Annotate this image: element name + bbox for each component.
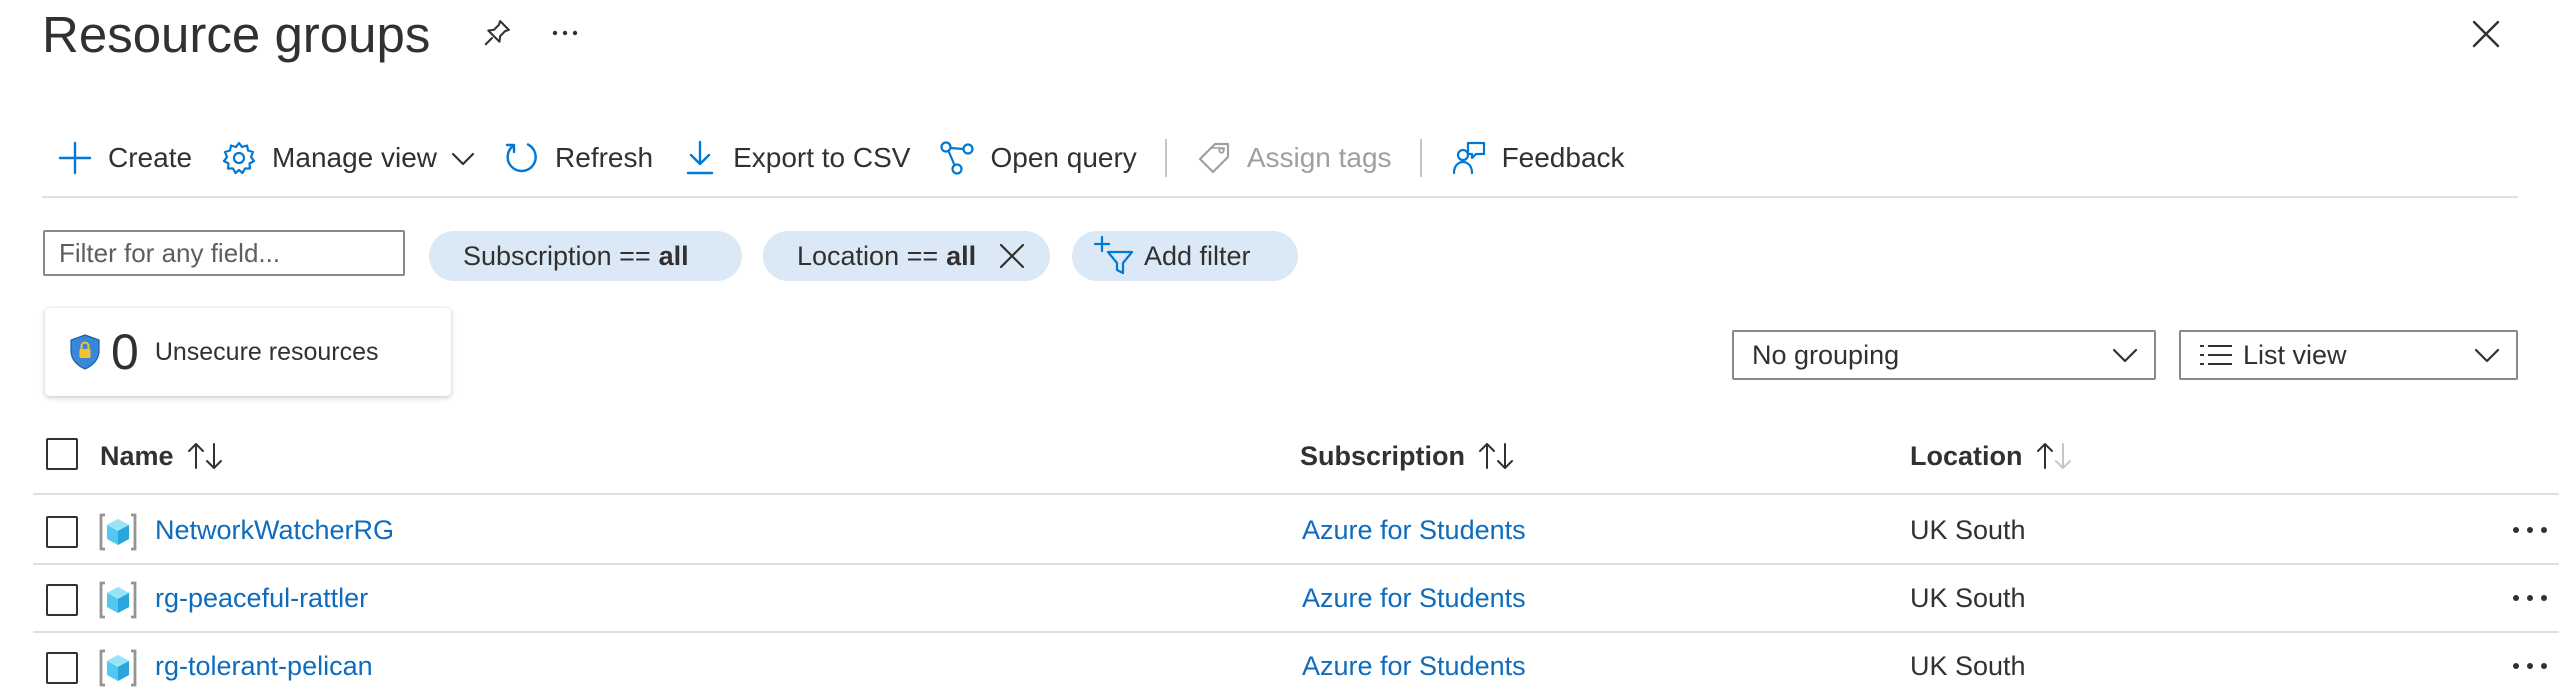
open-query-button[interactable]: Open query [924, 130, 1150, 186]
refresh-icon [503, 139, 541, 177]
location-cell: UK South [1910, 583, 2026, 613]
location-cell: UK South [1910, 651, 2026, 681]
toolbar-separator [1164, 139, 1167, 177]
download-icon [681, 139, 719, 177]
add-filter-button[interactable]: Add filter [1072, 231, 1298, 281]
location-filter-value: all [946, 240, 977, 271]
manage-view-label: Manage view [272, 142, 438, 173]
row-checkbox[interactable] [46, 652, 78, 684]
grouping-selected: No grouping [1752, 339, 1900, 370]
sort-icon[interactable] [186, 441, 224, 471]
pin-icon[interactable] [480, 16, 514, 50]
resource-group-name-link[interactable]: NetworkWatcherRG [155, 515, 394, 546]
unsecure-label: Unsecure resources [154, 337, 379, 366]
command-bar: Create Manage view Refresh Export to CSV… [42, 130, 1639, 186]
subscription-link[interactable]: Azure for Students [1302, 515, 1526, 546]
filter-input[interactable] [43, 230, 405, 276]
subscription-link[interactable]: Azure for Students [1302, 583, 1526, 614]
select-all-checkbox[interactable] [46, 438, 78, 470]
resource-group-icon [98, 580, 138, 620]
chevron-down-icon [451, 146, 475, 170]
subscription-filter-label: Subscription == [463, 240, 651, 271]
add-filter-icon [1093, 235, 1134, 276]
unsecure-resources-card[interactable]: 0 Unsecure resources [45, 308, 451, 396]
page-title: Resource groups [42, 6, 431, 63]
security-shield-icon [69, 334, 101, 370]
row-divider [33, 563, 2559, 565]
assign-tags-label: Assign tags [1246, 142, 1392, 173]
refresh-label: Refresh [555, 142, 654, 173]
manage-view-button[interactable]: Manage view [206, 130, 489, 186]
plus-icon [56, 139, 94, 177]
toolbar-separator [1419, 139, 1422, 177]
feedback-icon [1450, 139, 1488, 177]
remove-filter-icon[interactable] [996, 240, 1028, 272]
column-header-subscription[interactable]: Subscription [1300, 436, 1515, 476]
list-view-icon [2199, 343, 2233, 367]
gear-icon [220, 139, 258, 177]
query-icon [938, 139, 976, 177]
resource-group-icon [98, 512, 138, 552]
feedback-button[interactable]: Feedback [1436, 130, 1639, 186]
refresh-button[interactable]: Refresh [489, 130, 667, 186]
row-more-icon[interactable] [2510, 520, 2550, 540]
row-divider [33, 631, 2559, 633]
resource-group-name-link[interactable]: rg-peaceful-rattler [155, 583, 368, 614]
sort-ascending-icon[interactable] [2035, 441, 2073, 471]
more-horizontal-icon[interactable] [548, 16, 582, 50]
column-location-label: Location [1910, 440, 2023, 471]
subscription-link[interactable]: Azure for Students [1302, 651, 1526, 682]
resource-group-icon [98, 648, 138, 688]
resource-group-name-link[interactable]: rg-tolerant-pelican [155, 651, 373, 682]
add-filter-label: Add filter [1144, 240, 1251, 271]
column-subscription-label: Subscription [1300, 440, 1466, 471]
location-filter-pill[interactable]: Location == all [763, 231, 1050, 281]
row-more-icon[interactable] [2510, 588, 2550, 608]
close-icon[interactable] [2466, 14, 2506, 54]
location-filter-label: Location == [797, 240, 939, 271]
create-button[interactable]: Create [42, 130, 206, 186]
row-checkbox[interactable] [46, 516, 78, 548]
table-row[interactable]: rg-peaceful-rattler Azure for Students U… [0, 566, 2559, 632]
unsecure-count: 0 [111, 324, 139, 380]
column-name-label: Name [100, 440, 174, 471]
table-row[interactable]: NetworkWatcherRG Azure for Students UK S… [0, 498, 2559, 564]
tag-icon [1195, 139, 1233, 177]
grouping-dropdown[interactable]: No grouping [1732, 330, 2156, 380]
export-csv-label: Export to CSV [733, 142, 911, 173]
toolbar-divider [42, 196, 2518, 198]
chevron-down-icon [2474, 343, 2500, 367]
assign-tags-button[interactable]: Assign tags [1181, 130, 1406, 186]
row-checkbox[interactable] [46, 584, 78, 616]
table-row[interactable]: rg-tolerant-pelican Azure for Students U… [0, 634, 2559, 700]
open-query-label: Open query [990, 142, 1137, 173]
subscription-filter-value: all [658, 240, 689, 271]
export-csv-button[interactable]: Export to CSV [667, 130, 924, 186]
sort-icon[interactable] [1477, 441, 1515, 471]
view-selected: List view [2243, 339, 2347, 370]
row-divider [33, 493, 2559, 495]
create-label: Create [108, 142, 193, 173]
subscription-filter-pill[interactable]: Subscription == all [429, 231, 742, 281]
column-header-location[interactable]: Location [1910, 436, 2073, 476]
chevron-down-icon [2112, 343, 2138, 367]
feedback-label: Feedback [1501, 142, 1625, 173]
column-header-name[interactable]: Name [100, 436, 224, 476]
location-cell: UK South [1910, 515, 2026, 545]
row-more-icon[interactable] [2510, 656, 2550, 676]
view-dropdown[interactable]: List view [2179, 330, 2518, 380]
